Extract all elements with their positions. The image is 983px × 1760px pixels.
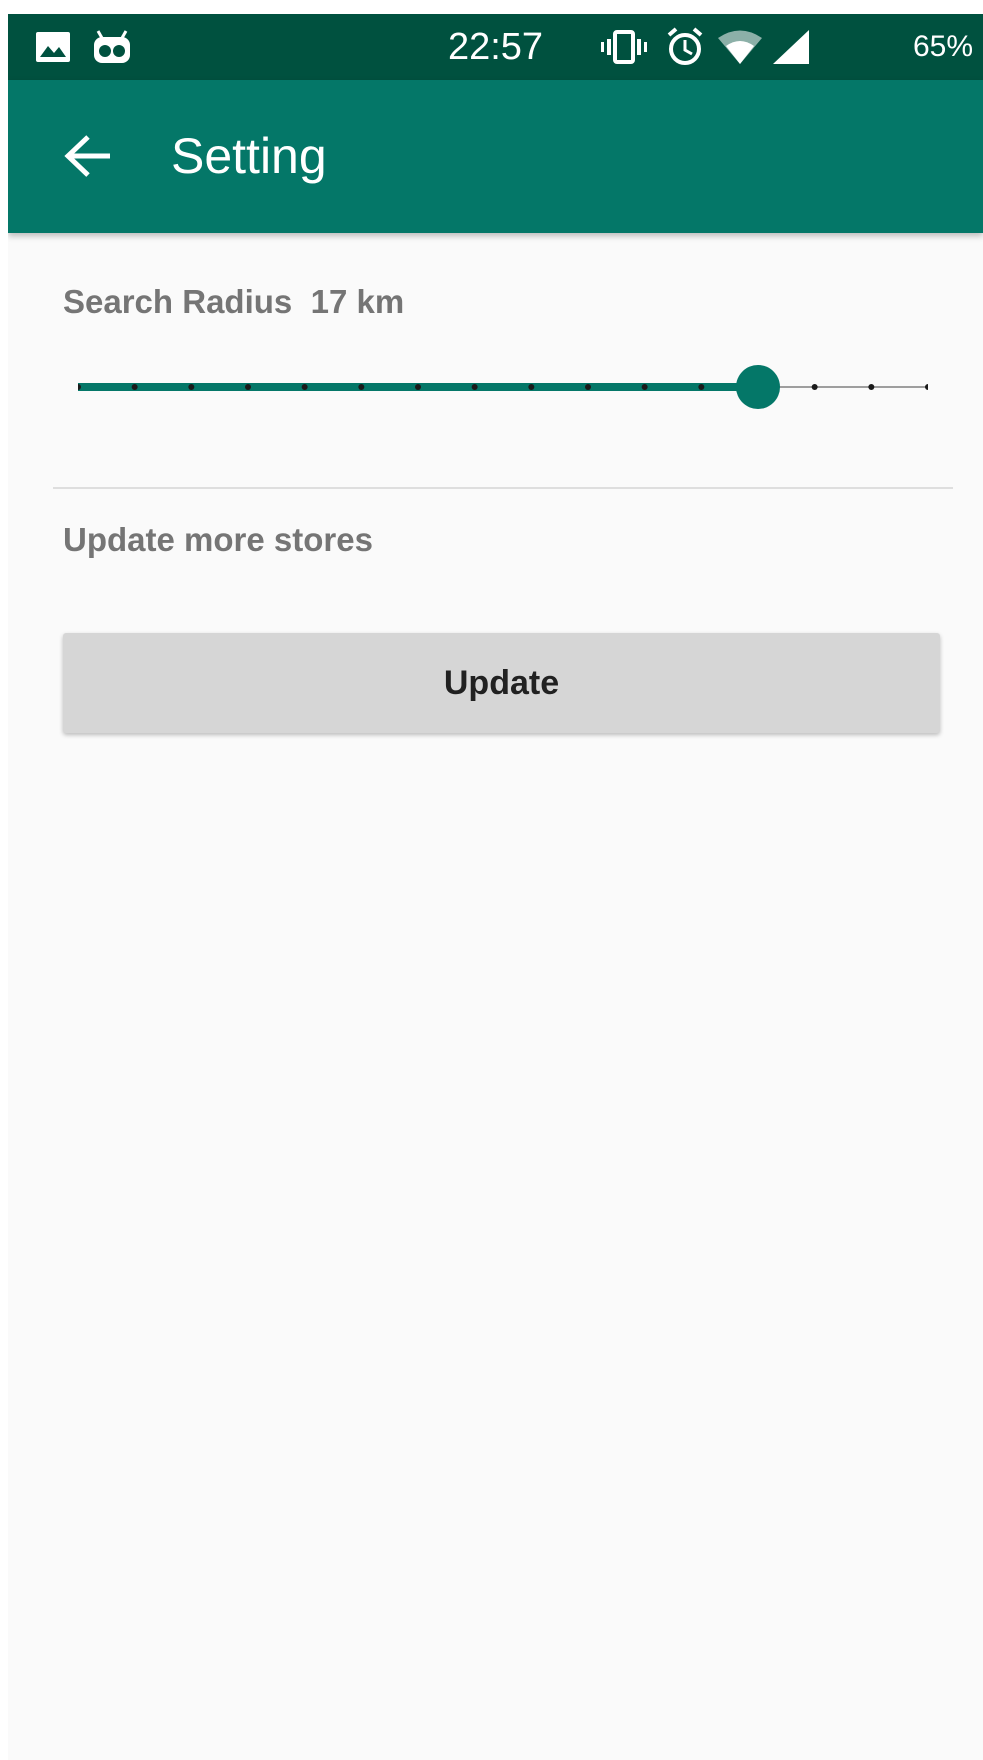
slider-tick: [358, 384, 365, 390]
update-more-stores-label: Update more stores: [63, 521, 373, 558]
search-radius-slider[interactable]: [78, 363, 928, 411]
slider-tick: [471, 384, 478, 390]
slider-thumb[interactable]: [736, 365, 780, 409]
update-button[interactable]: Update: [63, 633, 940, 733]
status-time: 22:57: [447, 26, 544, 68]
status-bar: 22:57 65%: [8, 14, 983, 80]
slider-tick: [301, 384, 308, 390]
search-radius-label: Search Radius 17 km: [63, 283, 405, 320]
slider-tick: [188, 384, 195, 390]
wifi-icon: [716, 14, 764, 80]
slider-tick: [925, 384, 928, 390]
alarm-icon: [664, 14, 706, 80]
divider: [53, 487, 953, 489]
app-screen: 22:57 65% Setting Search Radius 17 km Up…: [8, 14, 983, 1760]
slider-tick: [528, 384, 535, 390]
cell-signal-icon: [770, 14, 812, 80]
back-button[interactable]: [48, 116, 128, 196]
slider-tick: [415, 384, 421, 390]
slider-tick: [698, 384, 705, 390]
arrow-back-icon: [64, 135, 110, 177]
slider-tick: [585, 384, 591, 390]
slider-tick: [641, 384, 648, 390]
vibrate-icon: [600, 14, 648, 80]
slider-tick: [245, 384, 251, 390]
slider-tick: [868, 384, 875, 390]
app-bar: Setting: [8, 80, 983, 233]
slider-tick: [811, 384, 818, 390]
battery-percentage: 65%: [912, 30, 973, 63]
page-title: Setting: [171, 128, 327, 184]
slider-tick: [131, 384, 138, 390]
